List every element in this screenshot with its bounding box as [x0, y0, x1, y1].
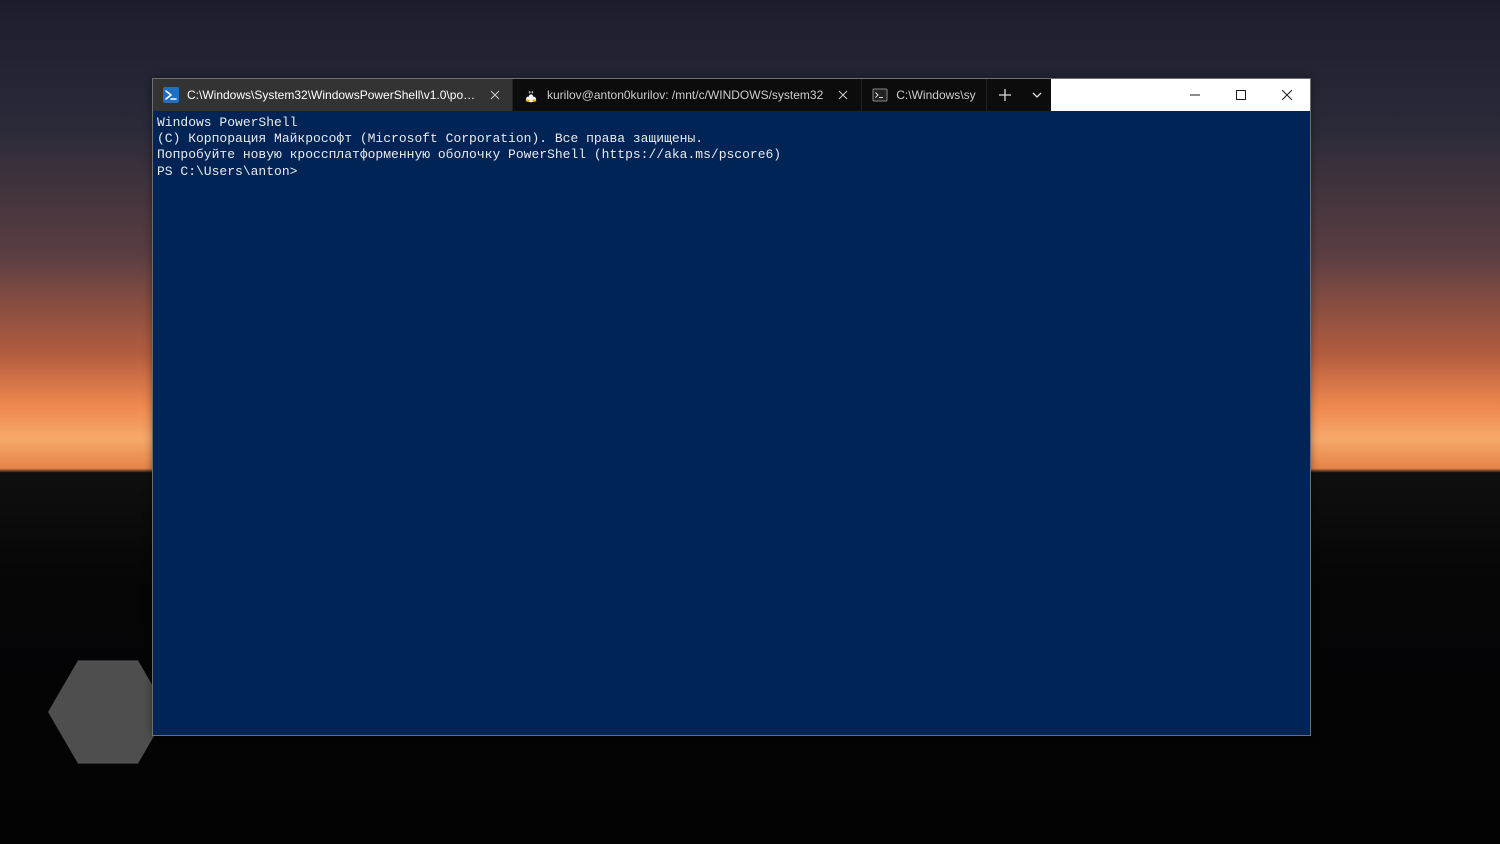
terminal-line: (C) Корпорация Майкрософт (Microsoft Cor…	[157, 131, 1306, 147]
tab-dropdown-button[interactable]	[1023, 79, 1051, 111]
prompt: PS C:\Users\anton>	[157, 164, 297, 179]
tux-icon	[523, 87, 539, 103]
terminal-line: Попробуйте новую кроссплатформенную обол…	[157, 147, 1306, 163]
terminal-line: Windows PowerShell	[157, 115, 1306, 131]
tab-powershell[interactable]: C:\Windows\System32\WindowsPowerShell\v1…	[153, 79, 513, 111]
tab-wsl[interactable]: kurilov@anton0kurilov: /mnt/c/WINDOWS/sy…	[513, 79, 862, 111]
tab-label: kurilov@anton0kurilov: /mnt/c/WINDOWS/sy…	[547, 88, 823, 102]
tab-label: C:\Windows\System32\WindowsPowerShell\v1…	[187, 88, 476, 102]
window-controls	[1172, 79, 1310, 111]
titlebar[interactable]: C:\Windows\System32\WindowsPowerShell\v1…	[153, 79, 1310, 111]
watermark-hexagon	[48, 660, 168, 764]
terminal-window: C:\Windows\System32\WindowsPowerShell\v1…	[152, 78, 1311, 736]
maximize-button[interactable]	[1218, 79, 1264, 111]
new-tab-button[interactable]	[987, 79, 1023, 111]
close-button[interactable]	[1264, 79, 1310, 111]
tab-cmd[interactable]: C:\Windows\sy	[862, 79, 986, 111]
tab-row: C:\Windows\System32\WindowsPowerShell\v1…	[153, 79, 1051, 111]
cursor	[305, 163, 306, 177]
terminal-output[interactable]: Windows PowerShell(C) Корпорация Майкрос…	[153, 111, 1310, 735]
titlebar-drag-region[interactable]	[1051, 79, 1172, 111]
minimize-button[interactable]	[1172, 79, 1218, 111]
tab-label: C:\Windows\sy	[896, 88, 975, 102]
tab-close-button[interactable]	[835, 87, 851, 103]
tab-close-button[interactable]	[488, 87, 502, 103]
cmd-icon	[872, 87, 888, 103]
powershell-icon	[163, 87, 179, 103]
